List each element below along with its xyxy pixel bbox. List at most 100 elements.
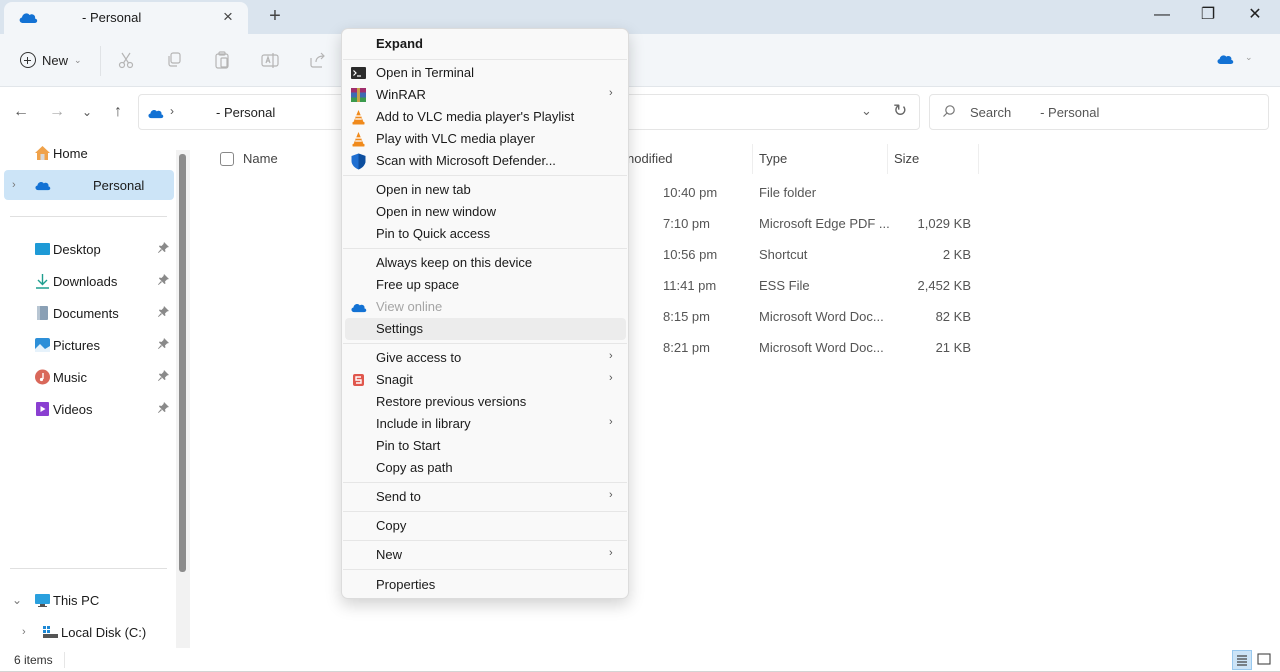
minimize-button[interactable]: — (1147, 4, 1177, 26)
sidebar-item-downloads[interactable]: Downloads (4, 266, 174, 296)
menu-item-winrar[interactable]: WinRAR › (345, 84, 626, 106)
column-label: nodified (627, 151, 673, 166)
column-header-type[interactable]: Type (759, 144, 887, 174)
chevron-right-icon[interactable]: › (12, 179, 16, 191)
details-view-button[interactable] (1232, 650, 1252, 670)
snagit-icon (350, 372, 367, 388)
tab-personal[interactable]: - Personal × (4, 2, 248, 34)
file-row[interactable]: 10:40 pm File folder (192, 178, 1092, 209)
sidebar-item-documents[interactable]: Documents (4, 298, 174, 328)
copy-icon[interactable] (164, 50, 184, 70)
sidebar-item-music[interactable]: Music (4, 362, 174, 392)
chevron-down-icon: ⌄ (74, 54, 82, 65)
search-input[interactable]: Search - Personal (929, 94, 1269, 130)
menu-item-play-with-vlc[interactable]: Play with VLC media player (345, 128, 626, 150)
sidebar-item-this-pc[interactable]: ⌄ This PC (4, 585, 174, 615)
maximize-button[interactable]: ❐ (1193, 4, 1223, 26)
forward-button[interactable]: → (45, 100, 69, 124)
pin-icon[interactable] (158, 274, 169, 288)
up-button[interactable]: ↑ (106, 100, 130, 124)
local-disk-icon (42, 624, 59, 640)
menu-item-give-access-to[interactable]: Give access to › (345, 347, 626, 369)
chevron-down-icon[interactable]: ⌄ (12, 593, 22, 607)
column-label: Size (894, 151, 920, 166)
sidebar-label: Downloads (53, 273, 118, 289)
chevron-right-icon[interactable]: › (22, 626, 26, 638)
pin-icon[interactable] (158, 338, 169, 352)
pin-icon[interactable] (158, 402, 169, 416)
menu-item-view-online[interactable]: View online (345, 296, 626, 318)
new-tab-button[interactable]: + (263, 4, 287, 28)
menu-item-restore-previous-versions[interactable]: Restore previous versions (345, 391, 626, 413)
menu-separator (343, 248, 627, 249)
file-row[interactable]: 8:21 pm Microsoft Word Doc... 21 KB (192, 333, 1092, 364)
menu-item-scan-with-defender[interactable]: Scan with Microsoft Defender... (345, 150, 626, 172)
large-icons-view-button[interactable] (1255, 650, 1275, 670)
sidebar-item-videos[interactable]: Videos (4, 394, 174, 424)
menu-item-pin-to-start[interactable]: Pin to Start (345, 435, 626, 457)
breadcrumb-separator[interactable]: › (170, 104, 174, 118)
menu-item-snagit[interactable]: Snagit › (345, 369, 626, 391)
file-row[interactable]: 8:15 pm Microsoft Word Doc... 82 KB (192, 302, 1092, 333)
menu-item-properties[interactable]: Properties (345, 574, 626, 596)
sidebar-item-local-disk[interactable]: › Local Disk (C:) (4, 617, 174, 647)
share-icon[interactable] (308, 50, 328, 70)
menu-item-open-in-terminal[interactable]: Open in Terminal (345, 62, 626, 84)
breadcrumb-personal[interactable]: - Personal (216, 105, 275, 120)
back-button[interactable]: ← (9, 100, 33, 124)
address-dropdown-icon[interactable]: ⌄ (861, 103, 872, 119)
file-row[interactable]: 7:10 pm Microsoft Edge PDF ... 1,029 KB (192, 209, 1092, 240)
desktop-icon (34, 241, 51, 257)
chevron-down-icon[interactable]: ⌄ (1245, 52, 1253, 63)
menu-item-pin-to-quick-access[interactable]: Pin to Quick access (345, 223, 626, 245)
menu-item-copy-as-path[interactable]: Copy as path (345, 457, 626, 479)
menu-item-always-keep-on-device[interactable]: Always keep on this device (345, 252, 626, 274)
column-divider[interactable] (887, 144, 888, 174)
column-divider[interactable] (752, 144, 753, 174)
sidebar-item-personal[interactable]: › Personal (4, 170, 174, 200)
cut-icon[interactable] (116, 50, 136, 70)
paste-icon[interactable] (212, 50, 232, 70)
menu-item-settings[interactable]: Settings (345, 318, 626, 340)
sidebar-item-home[interactable]: Home (4, 138, 174, 168)
onedrive-status-icon[interactable] (1216, 53, 1234, 68)
chevron-right-icon: › (609, 372, 613, 384)
new-button[interactable]: New ⌄ (14, 46, 88, 74)
select-all-checkbox[interactable] (220, 152, 234, 166)
row-modified: 7:10 pm (663, 216, 710, 231)
menu-item-free-up-space[interactable]: Free up space (345, 274, 626, 296)
onedrive-icon (147, 107, 164, 122)
pin-icon[interactable] (158, 242, 169, 256)
row-size: 21 KB (935, 340, 971, 355)
menu-item-send-to[interactable]: Send to › (345, 486, 626, 508)
sidebar-scrollbar-thumb[interactable] (179, 154, 186, 572)
sidebar-label: Documents (53, 305, 119, 321)
menu-separator (343, 482, 627, 483)
sidebar-item-desktop[interactable]: Desktop (4, 234, 174, 264)
onedrive-icon (18, 11, 38, 27)
menu-item-open-in-new-tab[interactable]: Open in new tab (345, 179, 626, 201)
menu-separator (343, 343, 627, 344)
videos-icon (34, 401, 51, 417)
column-divider[interactable] (978, 144, 979, 174)
menu-item-add-to-vlc-playlist[interactable]: Add to VLC media player's Playlist (345, 106, 626, 128)
close-window-button[interactable]: ✕ (1240, 4, 1270, 26)
menu-item-new[interactable]: New › (345, 544, 626, 566)
close-tab-icon[interactable]: × (218, 6, 238, 28)
rename-icon[interactable] (260, 50, 280, 70)
pin-icon[interactable] (158, 370, 169, 384)
sidebar-label: Pictures (53, 337, 100, 353)
menu-item-open-in-new-window[interactable]: Open in new window (345, 201, 626, 223)
file-row[interactable]: 10:56 pm Shortcut 2 KB (192, 240, 1092, 271)
recent-locations-button[interactable]: ⌄ (75, 100, 99, 124)
pin-icon[interactable] (158, 306, 169, 320)
column-header-size[interactable]: Size (894, 144, 978, 174)
menu-item-include-in-library[interactable]: Include in library › (345, 413, 626, 435)
file-row[interactable]: 11:41 pm ESS File 2,452 KB (192, 271, 1092, 302)
context-menu: Expand Open in Terminal WinRAR › Add to … (341, 28, 629, 599)
sidebar-item-pictures[interactable]: Pictures (4, 330, 174, 360)
menu-item-expand[interactable]: Expand (345, 33, 626, 55)
menu-item-copy[interactable]: Copy (345, 515, 626, 537)
refresh-icon[interactable]: ↻ (893, 101, 907, 121)
column-header-date-modified[interactable]: nodified (627, 144, 753, 174)
